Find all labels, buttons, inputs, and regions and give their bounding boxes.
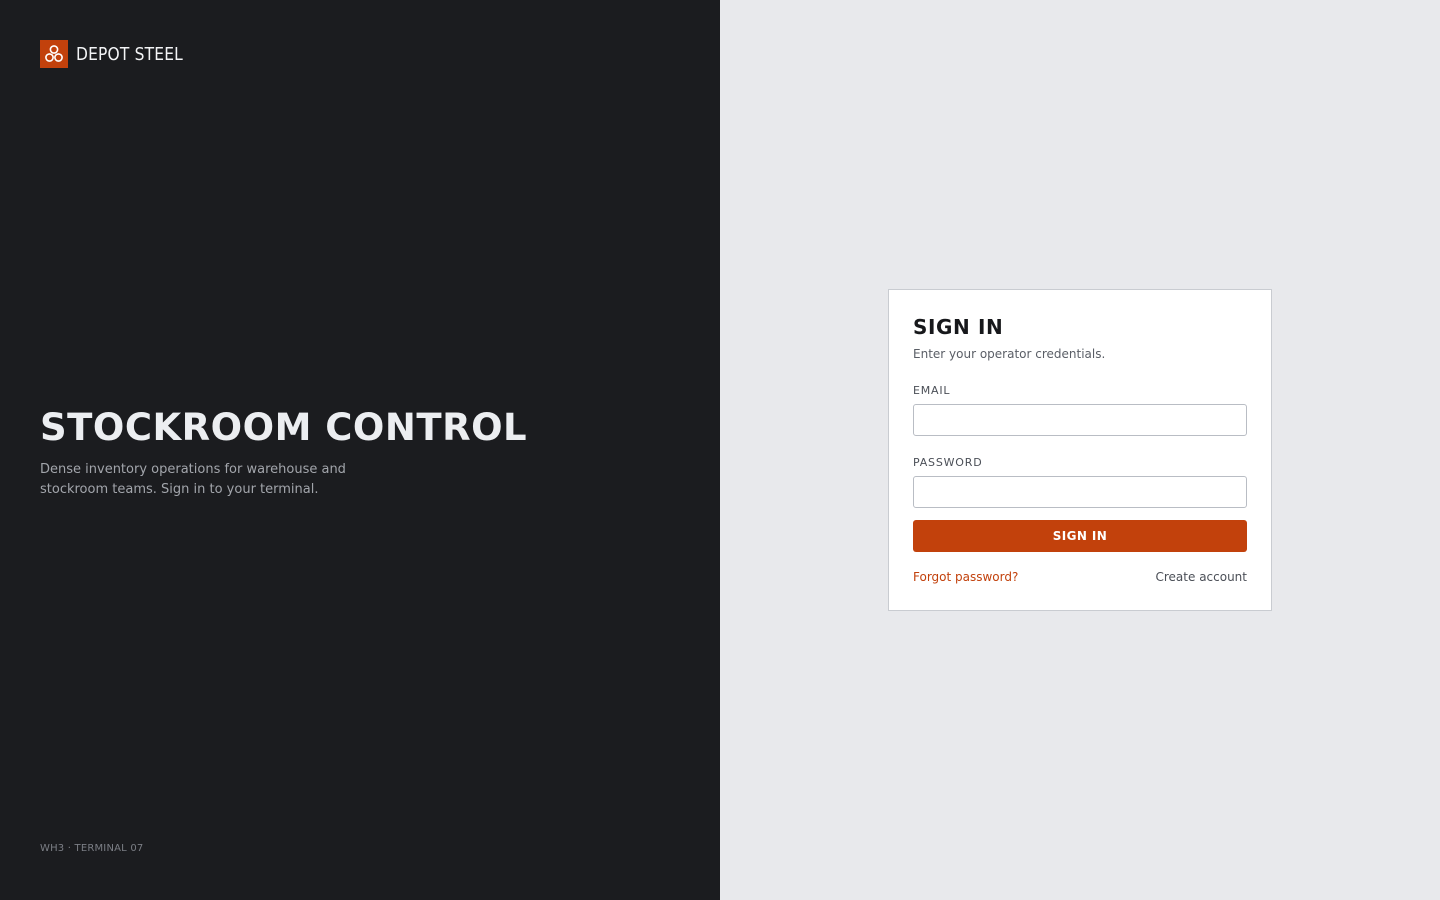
signin-title: SIGN IN [913,315,1004,339]
brand-panel: DEPOT STEEL STOCKROOM CONTROL Dense inve… [0,0,720,900]
email-label: EMAIL [913,384,951,397]
password-field[interactable] [913,476,1247,508]
terminal-id: WH3 · TERMINAL 07 [40,843,144,854]
signin-subtitle: Enter your operator credentials. [913,347,1106,361]
brand-name: DEPOT STEEL [76,43,183,65]
password-label: PASSWORD [913,456,983,469]
hero: STOCKROOM CONTROL Dense inventory operat… [40,406,680,500]
email-field[interactable] [913,404,1247,436]
signin-card: SIGN IN Enter your operator credentials.… [888,289,1272,611]
hero-title: STOCKROOM CONTROL [40,406,528,449]
form-panel: SIGN IN Enter your operator credentials.… [720,0,1440,900]
create-account-link[interactable]: Create account [1156,570,1248,584]
brand-logo: DEPOT STEEL [40,40,200,68]
login-page: DEPOT STEEL STOCKROOM CONTROL Dense inve… [0,0,1440,900]
sign-in-button[interactable]: SIGN IN [913,520,1247,552]
forgot-password-link[interactable]: Forgot password? [913,570,1018,584]
hero-subtitle: Dense inventory operations for warehouse… [40,462,346,497]
signin-links: Forgot password? Create account [913,570,1247,584]
cubes-icon [40,40,68,68]
